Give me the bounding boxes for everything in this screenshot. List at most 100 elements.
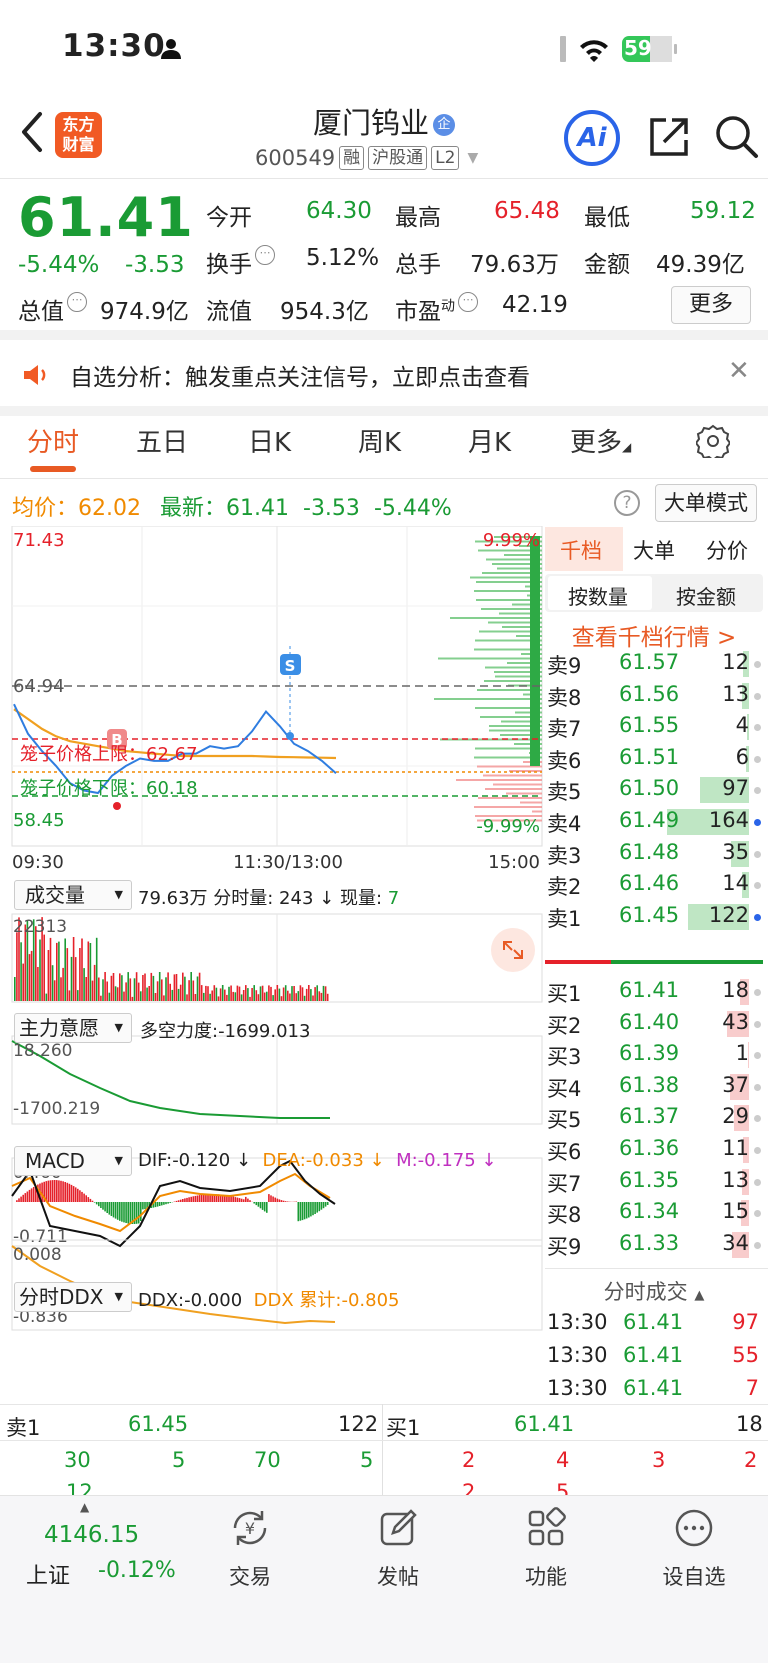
- macd-bar: [119, 1202, 121, 1221]
- tab-price-distribution[interactable]: 分价: [706, 535, 748, 565]
- bid-level-row[interactable]: 买3 61.39 1: [545, 1037, 763, 1070]
- stock-name[interactable]: 厦门钨业: [313, 106, 429, 140]
- bid-level-row[interactable]: 买2 61.40 43: [545, 1006, 763, 1039]
- ask-level-row[interactable]: 卖3 61.48 35: [545, 836, 763, 869]
- volume-bar: [177, 988, 180, 1001]
- ask-level-row[interactable]: 卖6 61.51 6: [545, 741, 763, 774]
- gear-icon[interactable]: [696, 424, 730, 458]
- tab-big-order[interactable]: 大单: [633, 535, 675, 565]
- back-icon[interactable]: [18, 108, 48, 156]
- market-cap-label[interactable]: 总值 ⋯: [18, 292, 87, 326]
- share-icon[interactable]: [646, 114, 692, 160]
- macd-bar: [89, 1198, 92, 1202]
- level-label: 卖6: [547, 748, 582, 773]
- help-icon[interactable]: ?: [614, 490, 640, 516]
- macd-bar: [295, 1201, 297, 1202]
- macd-bar: [123, 1202, 125, 1223]
- volume-menu[interactable]: 成交量 ▼: [14, 880, 132, 910]
- tab-more[interactable]: 更多◢: [570, 422, 631, 459]
- ai-button[interactable]: Ai: [564, 110, 620, 166]
- l2-sell-volume: 122: [338, 1412, 379, 1436]
- tab-daily-k[interactable]: 日K: [248, 422, 291, 459]
- macd-bar: [280, 1200, 283, 1202]
- volume-bar: [104, 972, 106, 1001]
- ask-level-row[interactable]: 卖9 61.57 12: [545, 646, 763, 679]
- volume-bar: [22, 963, 24, 1001]
- pe-label[interactable]: 市盈动 ⋯: [395, 292, 478, 326]
- upper-limit-label: 笼子价格上限：62.67: [20, 744, 198, 765]
- segment-by-amount[interactable]: 按金额: [676, 581, 736, 610]
- macd-menu[interactable]: MACD ▼: [14, 1146, 132, 1176]
- volume-bar: [112, 973, 115, 1001]
- depth-bar: [506, 792, 542, 795]
- intraday-chart[interactable]: S B 71.43 64.94 58.45 9.99% -9.99% 笼子价格上…: [0, 526, 545, 1406]
- volume-bar: [98, 977, 100, 1001]
- macd-bar: [20, 1196, 22, 1202]
- volume-bar: [123, 991, 125, 1001]
- volume-bar: [234, 992, 237, 1001]
- more-button[interactable]: 更多: [671, 286, 751, 324]
- nav-functions[interactable]: 功能: [486, 1505, 606, 1591]
- volume-bar: [249, 996, 251, 1001]
- ddx-top-label: 0.008: [13, 1245, 62, 1265]
- ddx-menu[interactable]: 分时DDX ▼: [14, 1282, 132, 1312]
- macd-bar: [270, 1195, 272, 1202]
- ask-level-row[interactable]: 卖4 61.49 164: [545, 804, 763, 837]
- depth-bars: [434, 536, 542, 822]
- bid-level-row[interactable]: 买9 61.33 34: [545, 1227, 763, 1260]
- level-price: 61.45: [619, 902, 680, 927]
- tick-volume: 55: [732, 1343, 759, 1367]
- segment-by-quantity[interactable]: 按数量: [568, 581, 628, 610]
- main-force-menu[interactable]: 主力意愿 ▼: [14, 1013, 132, 1043]
- bid-level-row[interactable]: 买5 61.37 29: [545, 1100, 763, 1133]
- bid-level-row[interactable]: 买4 61.38 37: [545, 1069, 763, 1102]
- macd-bar: [179, 1199, 182, 1202]
- volume-bar: [16, 932, 18, 1001]
- volume-bar: [133, 978, 136, 1001]
- nav-add-watchlist[interactable]: 设自选: [634, 1505, 754, 1591]
- banner-text[interactable]: 自选分析：触发重点关注信号，立即点击查看: [70, 358, 530, 392]
- marker-dot: [754, 1083, 761, 1091]
- volume-bar: [203, 992, 205, 1001]
- macd-bar: [163, 1202, 165, 1205]
- volume-bar: [77, 990, 79, 1001]
- turnover-label[interactable]: 换手 ⋯: [206, 245, 275, 279]
- nav-trade[interactable]: ¥ 交易: [190, 1505, 310, 1591]
- macd-bar: [77, 1188, 79, 1202]
- level-volume: 29: [722, 1104, 749, 1129]
- macd-bar: [259, 1202, 262, 1209]
- index-value[interactable]: 4146.15: [44, 1522, 139, 1548]
- volume-bar: [93, 964, 96, 1001]
- macd-bar: [232, 1196, 234, 1202]
- index-pct[interactable]: -0.12%: [98, 1558, 176, 1583]
- stock-code-row[interactable]: 600549 融 沪股通 L2 ▼: [255, 146, 478, 170]
- ask-level-row[interactable]: 卖2 61.46 14: [545, 867, 763, 900]
- bid-level-row[interactable]: 买6 61.36 11: [545, 1132, 763, 1165]
- macd-bar: [205, 1194, 207, 1202]
- ask-level-row[interactable]: 卖1 61.45 122: [545, 899, 763, 932]
- ask-level-row[interactable]: 卖5 61.50 97: [545, 772, 763, 805]
- tab-depth[interactable]: 千档: [560, 535, 602, 565]
- expand-icon: [491, 928, 535, 972]
- bid-level-row[interactable]: 买1 61.41 18: [545, 974, 763, 1007]
- macd-bar: [184, 1198, 186, 1202]
- tab-weekly-k[interactable]: 周K: [358, 422, 401, 459]
- ask-level-row[interactable]: 卖7 61.55 4: [545, 709, 763, 742]
- buy-queue-item: 2: [744, 1448, 758, 1472]
- volume-bar: [152, 975, 155, 1001]
- level-label: 买7: [547, 1171, 582, 1196]
- search-icon[interactable]: [712, 112, 762, 162]
- index-name[interactable]: 上证: [26, 1558, 70, 1590]
- tick-trades-header[interactable]: 分时成交 ▲: [545, 1276, 763, 1306]
- volume-bar: [85, 977, 87, 1001]
- bid-level-row[interactable]: 买7 61.35 13: [545, 1164, 763, 1197]
- bid-level-row[interactable]: 买8 61.34 15: [545, 1195, 763, 1228]
- tab-monthly-k[interactable]: 月K: [468, 422, 511, 459]
- nav-post[interactable]: 发帖: [338, 1505, 458, 1591]
- volume-bar: [278, 988, 281, 1001]
- tab-intraday[interactable]: 分时: [27, 422, 79, 459]
- close-icon[interactable]: ✕: [728, 356, 750, 386]
- ask-level-row[interactable]: 卖8 61.56 13: [545, 678, 763, 711]
- big-order-mode-button[interactable]: 大单模式: [655, 484, 757, 522]
- tab-five-day[interactable]: 五日: [136, 422, 188, 459]
